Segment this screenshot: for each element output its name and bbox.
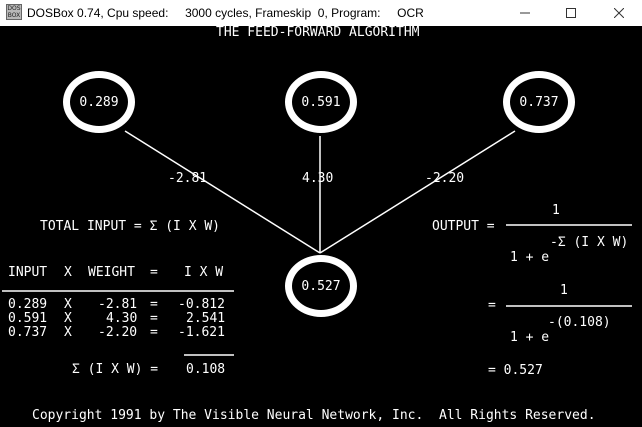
equation2-equals: = [488,298,496,313]
row-2-equals: = [150,311,158,326]
output-exponent: -Σ (I X W) [550,235,629,250]
total-input-formula: TOTAL INPUT = Σ (I X W) [40,219,221,234]
final-result: = 0.527 [488,363,543,378]
input-node-1: 0.289 [63,71,135,133]
row-3-input: 0.737 [8,325,48,340]
minimize-button[interactable] [502,0,548,26]
row-2-product: 2.541 [186,311,226,326]
output-denominator: 1 + e [510,250,550,265]
close-icon [614,8,624,18]
app-icon-text-top: DOS [7,5,21,12]
sum-label: Σ (I X W) = [72,362,159,377]
equation2-denominator: 1 + e [510,330,550,345]
row-1-weight: -2.81 [98,297,138,312]
equation2-numerator: 1 [560,283,568,298]
row-1-product: -0.812 [178,297,225,312]
connection-line-3 [319,130,516,254]
row-1-equals: = [150,297,158,312]
window-title: DOSBox 0.74, Cpu speed: 3000 cycles, Fra… [27,6,424,20]
screen-heading: THE FEED-FORWARD ALGORITHM [216,25,420,40]
row-2-x: X [64,311,72,326]
dosbox-app-icon[interactable]: DOS BOX [6,4,22,20]
dos-screen[interactable]: THE FEED-FORWARD ALGORITHM 0.289 0.591 0… [0,26,642,427]
row-2-weight: 4.30 [106,311,138,326]
copyright-notice: Copyright 1991 by The Visible Neural Net… [32,408,596,423]
close-button[interactable] [596,0,642,26]
weight-label-1: -2.81 [168,171,208,186]
row-3-weight: -2.20 [98,325,138,340]
table-header-x: X [64,265,72,280]
weight-label-3: -2.20 [425,171,465,186]
row-1-input: 0.289 [8,297,48,312]
window-titlebar[interactable]: DOS BOX DOSBox 0.74, Cpu speed: 3000 cyc… [0,0,642,26]
output-node-value: 0.527 [301,278,341,294]
table-header-weight: WEIGHT [88,265,135,280]
output-label: OUTPUT = [432,219,495,234]
input-node-2: 0.591 [285,71,357,133]
row-1-x: X [64,297,72,312]
table-header-equals: = [150,265,158,280]
equation2-exponent: -(0.108) [548,315,611,330]
input-node-1-value: 0.289 [79,94,119,110]
app-icon-text-bottom: BOX [7,12,21,19]
table-header-product: I X W [184,265,224,280]
row-3-x: X [64,325,72,340]
input-node-3: 0.737 [503,71,575,133]
minimize-icon [520,12,530,14]
table-header-input: INPUT [8,265,48,280]
input-node-2-value: 0.591 [301,94,341,110]
row-3-equals: = [150,325,158,340]
output-node: 0.527 [285,255,357,317]
sum-value: 0.108 [186,362,226,377]
row-2-input: 0.591 [8,311,48,326]
connection-line-1 [124,130,321,254]
weight-label-2: 4.30 [302,171,334,186]
input-node-3-value: 0.737 [519,94,559,110]
maximize-icon [566,8,576,18]
row-3-product: -1.621 [178,325,225,340]
maximize-button[interactable] [548,0,594,26]
output-numerator: 1 [552,203,560,218]
